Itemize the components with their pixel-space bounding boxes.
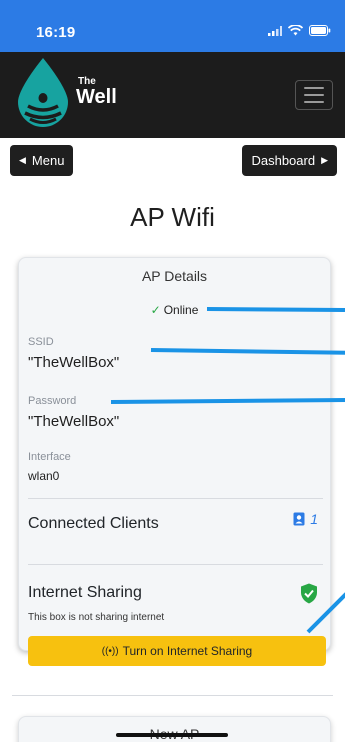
- hamburger-icon[interactable]: [295, 80, 333, 110]
- home-indicator[interactable]: [116, 733, 228, 737]
- client-badge-icon: [293, 512, 305, 526]
- turn-on-sharing-label: Turn on Internet Sharing: [122, 644, 253, 658]
- divider: [28, 564, 323, 565]
- status-text: Online: [163, 303, 199, 317]
- status-time: 16:19: [36, 24, 76, 41]
- ssid-value: "TheWellBox": [28, 354, 120, 371]
- page-title: AP Wifi: [130, 202, 215, 232]
- interface-label: Interface: [28, 451, 71, 463]
- caret-right-icon: ▶: [321, 155, 328, 165]
- logo-text: The Well: [76, 77, 117, 108]
- divider: [28, 498, 323, 499]
- connected-clients-label: Connected Clients: [28, 515, 159, 532]
- signal-icon: [268, 25, 282, 36]
- app-header: The Well: [0, 52, 345, 138]
- sharing-note: This box is not sharing internet: [28, 612, 165, 623]
- logo[interactable]: The Well: [14, 56, 117, 128]
- status-bar: 16:19: [0, 0, 345, 52]
- ap-details-card: AP Details ✓ Online SSID "TheWellBox" Pas…: [18, 257, 331, 666]
- clients-count-link[interactable]: 1: [293, 511, 318, 527]
- check-icon: ✓: [150, 303, 161, 317]
- broadcast-icon: ((•)): [101, 645, 119, 657]
- wifi-icon: [288, 25, 303, 36]
- caret-left-icon: ◀: [19, 155, 26, 165]
- dashboard-button[interactable]: Dashboard ▶: [242, 145, 337, 176]
- shield-check-icon: [301, 583, 317, 604]
- clients-count: 1: [310, 511, 318, 527]
- turn-on-sharing-button[interactable]: ((•)) Turn on Internet Sharing: [28, 636, 326, 666]
- password-value: "TheWellBox": [28, 413, 120, 430]
- dashboard-button-label: Dashboard: [251, 153, 316, 168]
- card-header: AP Details: [141, 268, 208, 284]
- interface-value: wlan0: [28, 469, 60, 483]
- new-ap-card: New AP: [18, 716, 331, 742]
- menu-button[interactable]: ◀ Menu: [10, 145, 74, 176]
- status-icons: [268, 25, 331, 36]
- section-divider: [12, 695, 333, 696]
- internet-sharing-label: Internet Sharing: [28, 584, 142, 601]
- ssid-label: SSID: [28, 336, 54, 348]
- menu-button-label: Menu: [31, 153, 65, 168]
- password-label: Password: [28, 395, 77, 407]
- water-drop-logo-icon: [18, 58, 68, 127]
- logo-big-text: Well: [76, 86, 117, 108]
- battery-icon: [309, 25, 331, 36]
